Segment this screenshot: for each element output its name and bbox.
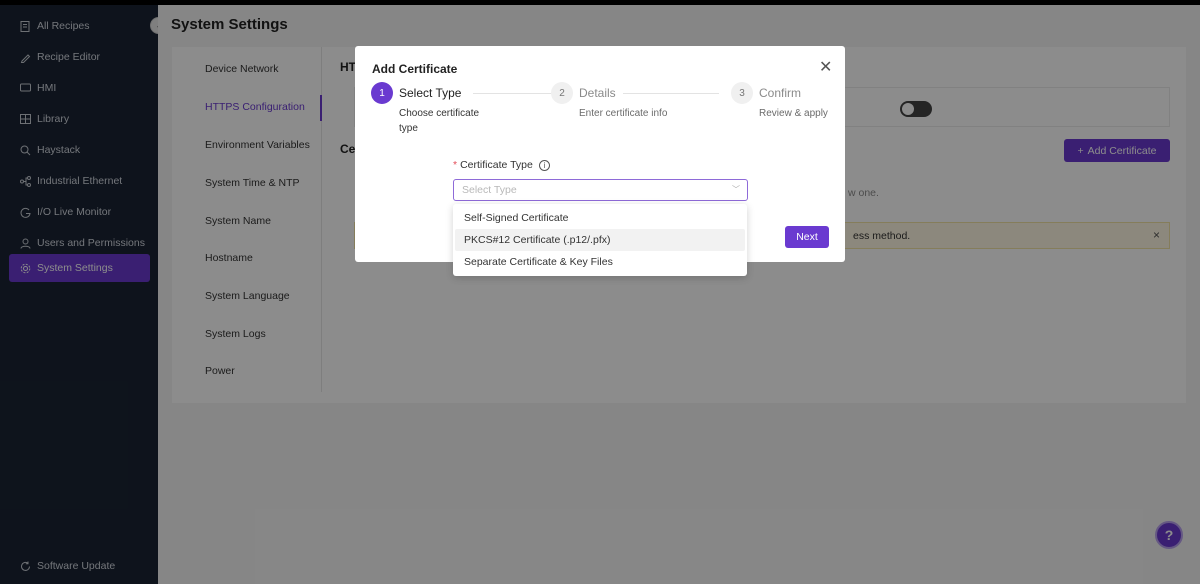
select-placeholder: Select Type xyxy=(462,184,517,196)
step-label: Select Type xyxy=(399,86,462,100)
required-marker: * xyxy=(453,159,458,171)
close-icon[interactable]: ✕ xyxy=(819,57,832,77)
step-description: Review & apply xyxy=(759,108,828,119)
step-number: 2 xyxy=(551,82,573,104)
info-icon[interactable]: i xyxy=(538,159,550,171)
step-label: Details xyxy=(579,86,616,100)
certificate-type-select[interactable]: Select Type ﹀ xyxy=(453,179,748,201)
step-number: 3 xyxy=(731,82,753,104)
step-connector xyxy=(473,93,555,94)
option-pkcs12[interactable]: PKCS#12 Certificate (.p12/.pfx) xyxy=(455,229,745,251)
step-label: Confirm xyxy=(759,86,802,100)
field-label-text: Certificate Type xyxy=(460,159,533,171)
option-self-signed[interactable]: Self-Signed Certificate xyxy=(455,207,745,229)
step-description: Choose certificate type xyxy=(399,108,480,134)
step-description: Enter certificate info xyxy=(579,108,668,119)
step-connector xyxy=(623,93,719,94)
chevron-down-icon: ﹀ xyxy=(732,185,740,194)
certificate-type-label: * Certificate Type i xyxy=(453,159,550,171)
option-separate-files[interactable]: Separate Certificate & Key Files xyxy=(455,251,745,273)
certificate-type-dropdown: Self-Signed Certificate PKCS#12 Certific… xyxy=(453,204,747,276)
modal-title: Add Certificate xyxy=(372,62,458,76)
step-number: 1 xyxy=(371,82,393,104)
next-button[interactable]: Next xyxy=(785,226,829,248)
